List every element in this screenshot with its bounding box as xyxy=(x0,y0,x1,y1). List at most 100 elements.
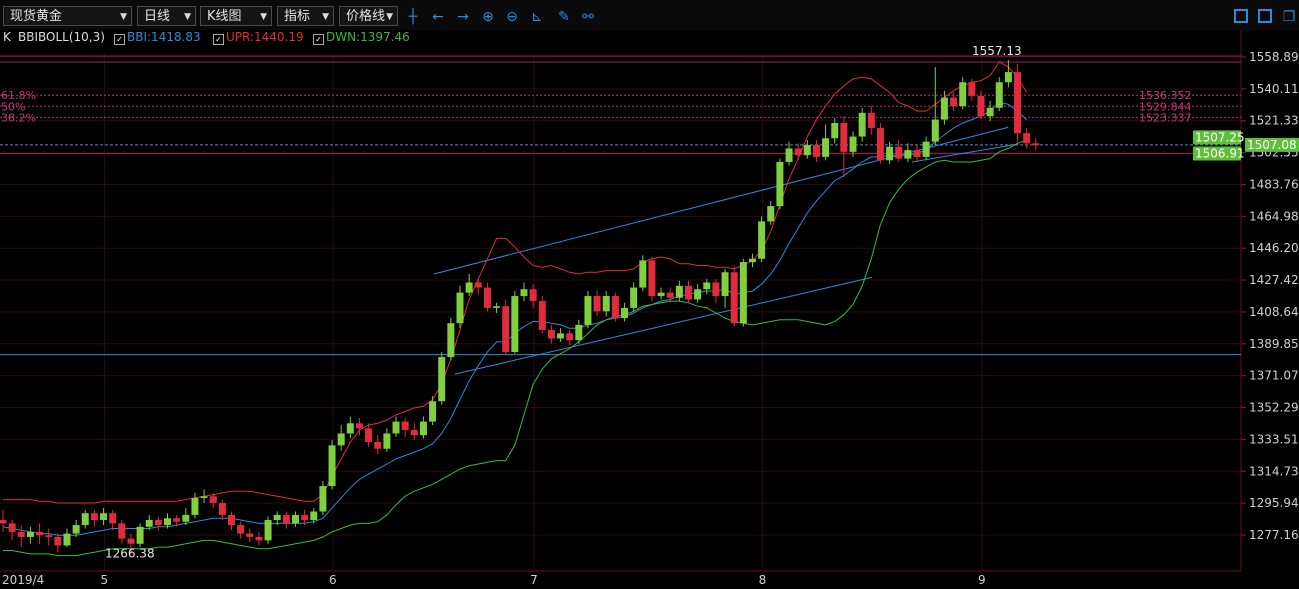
y-tick-label: 1352.29 xyxy=(1249,401,1299,415)
candle-body xyxy=(456,292,464,324)
candle-body xyxy=(154,520,162,526)
period-label: 日线 xyxy=(144,9,171,24)
candle-body xyxy=(145,520,153,527)
candle-body xyxy=(630,287,638,308)
candle-body xyxy=(474,282,482,288)
candle-body xyxy=(538,301,546,330)
candle-body xyxy=(895,146,903,159)
candle-body xyxy=(100,513,108,521)
candle-body xyxy=(968,82,976,96)
y-tick-label: 1295.94 xyxy=(1249,496,1299,510)
candle-body xyxy=(200,496,208,498)
candle-body xyxy=(831,122,839,139)
draw-pen-icon[interactable]: ✎ xyxy=(555,8,573,26)
chevron-down-icon: ▼ xyxy=(322,12,329,22)
price-tag-label: 1507.08 xyxy=(1247,138,1297,152)
zoom-out-icon[interactable]: ⊖ xyxy=(503,8,521,26)
candle-body xyxy=(483,287,491,308)
candle-body xyxy=(1004,72,1012,83)
candle-body xyxy=(118,523,126,539)
candle-body xyxy=(922,141,930,157)
y-tick-label: 1333.51 xyxy=(1249,432,1299,446)
candle-body xyxy=(447,323,455,358)
instrument-label: 现货黄金 xyxy=(10,9,63,24)
chevron-down-icon: ▼ xyxy=(260,12,267,22)
instrument-select[interactable]: 现货黄金 ▼ xyxy=(3,6,132,26)
candle-body xyxy=(502,306,510,353)
link-icon[interactable]: ⚯ xyxy=(579,8,597,26)
candle-body xyxy=(410,430,418,436)
candle-body xyxy=(858,112,866,137)
candle-body xyxy=(54,536,62,546)
candle-body xyxy=(986,107,994,117)
zoom-in-icon[interactable]: ⊕ xyxy=(479,8,497,26)
candle-body xyxy=(17,531,25,537)
candle-body xyxy=(282,514,290,524)
candle-body xyxy=(977,95,985,117)
candle-body xyxy=(419,421,427,436)
crosshair-icon[interactable]: ┼ xyxy=(404,8,422,26)
x-tick-label: 8 xyxy=(759,573,767,587)
x-tick-label: 5 xyxy=(101,573,109,587)
candle-body xyxy=(913,150,921,157)
candle-body xyxy=(1032,143,1040,146)
candle-body xyxy=(246,533,254,537)
candle-body xyxy=(730,272,738,324)
candle-body xyxy=(346,423,354,434)
candle-body xyxy=(136,526,144,544)
candle-body xyxy=(301,514,309,521)
x-tick-label: 2019/4 xyxy=(2,573,44,587)
arrow-right-icon[interactable]: → xyxy=(454,8,472,26)
candle-body xyxy=(657,292,665,297)
candle-body xyxy=(90,513,98,521)
candle-body xyxy=(794,148,802,156)
candle-body xyxy=(758,221,766,259)
low-price-annotation: 1266.38 xyxy=(105,546,155,560)
layout-right-icon[interactable] xyxy=(1258,9,1272,23)
price-line-select[interactable]: 价格线 ▼ xyxy=(339,6,398,26)
candle-body xyxy=(886,146,894,161)
indicator-select[interactable]: 指标 ▼ xyxy=(277,6,334,26)
candle-body xyxy=(812,145,820,157)
toolbar: 现货黄金 ▼ 日线 ▼ K线图 ▼ 指标 ▼ 价格线 ▼ ┼ ← → ⊕ ⊖ ⊾ ✎ ⚯ … xyxy=(0,0,1299,30)
candle-body xyxy=(374,441,382,449)
y-tick-label: 1371.07 xyxy=(1249,369,1299,383)
chart-style-select[interactable]: K线图 ▼ xyxy=(200,6,272,26)
candle-body xyxy=(685,285,692,300)
candle-body xyxy=(310,511,318,521)
candle-body xyxy=(291,514,299,524)
candle-body xyxy=(493,306,501,308)
candle-body xyxy=(255,536,263,541)
axis-scale-icon[interactable]: ⊾ xyxy=(528,8,546,26)
candle-body xyxy=(940,97,948,120)
y-tick-label: 1483.76 xyxy=(1249,177,1299,191)
candle-body xyxy=(209,496,217,504)
candle-body xyxy=(392,421,400,434)
candle-body xyxy=(511,296,519,353)
restore-window-icon[interactable]: ❐ xyxy=(1280,8,1298,26)
candle-body xyxy=(319,486,327,512)
candle-body xyxy=(639,260,647,288)
candle-body xyxy=(264,520,272,541)
candle-body xyxy=(36,531,44,536)
candle-body xyxy=(182,514,190,522)
candle-body xyxy=(849,136,857,152)
candle-body xyxy=(429,401,437,422)
y-tick-label: 1427.42 xyxy=(1249,273,1299,287)
candle-body xyxy=(0,520,7,524)
arrow-left-icon[interactable]: ← xyxy=(429,8,447,26)
candle-body xyxy=(164,518,172,526)
period-select[interactable]: 日线 ▼ xyxy=(137,6,196,26)
candle-body xyxy=(666,292,674,298)
candle-body xyxy=(721,272,729,297)
fib-ratio-label: 38.2% xyxy=(1,111,36,124)
price-chart[interactable]: 1558.891540.111521.331502.551483.761464.… xyxy=(0,30,1299,589)
indicator-label: 指标 xyxy=(284,9,311,24)
candle-body xyxy=(547,329,555,339)
candle-body xyxy=(337,433,345,446)
layout-left-icon[interactable] xyxy=(1234,9,1248,23)
candle-body xyxy=(218,503,226,515)
y-tick-label: 1446.20 xyxy=(1249,241,1299,255)
candle-body xyxy=(584,296,592,325)
candle-body xyxy=(703,282,711,290)
